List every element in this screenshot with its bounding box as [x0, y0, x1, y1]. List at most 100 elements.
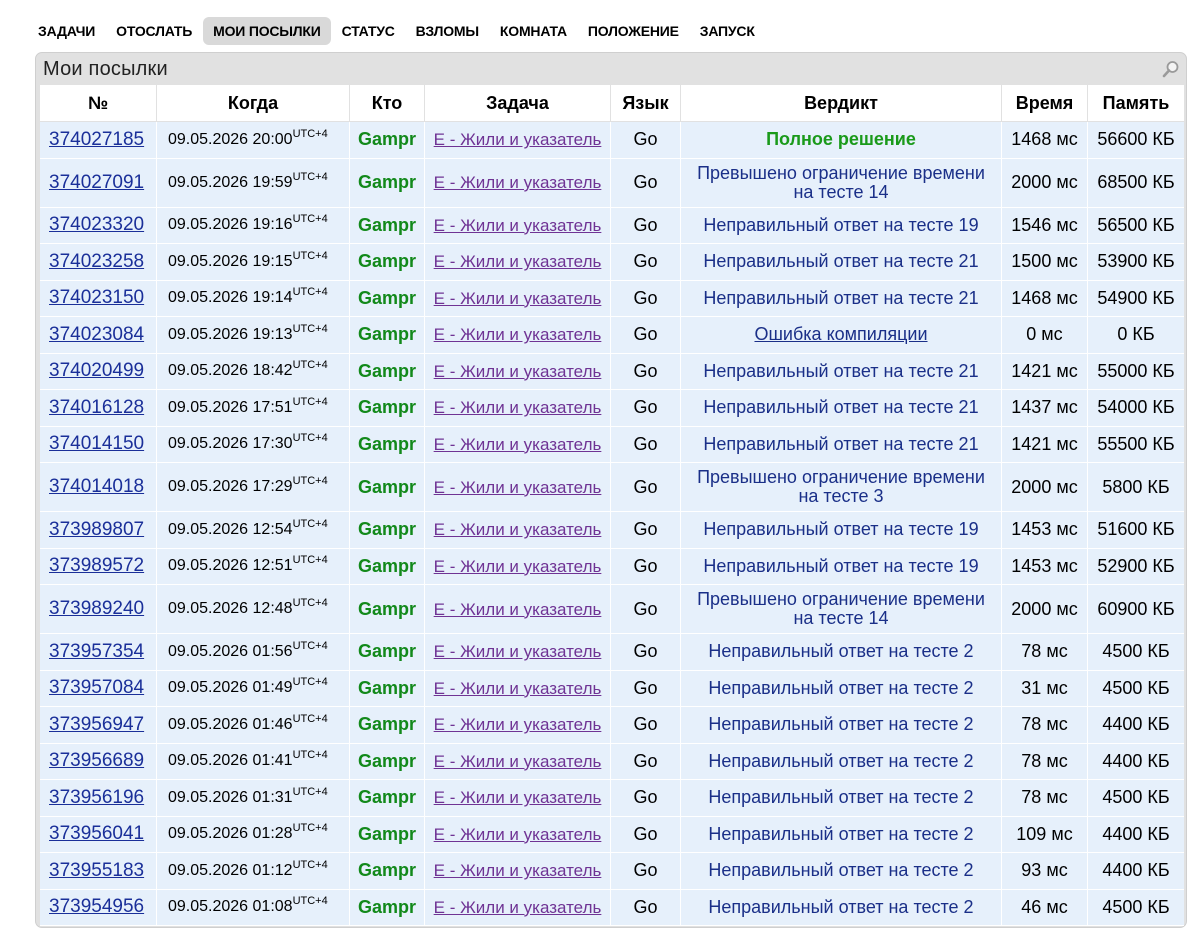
author-handle[interactable]: Gampr	[358, 714, 416, 734]
cell-time: 78 мс	[1002, 780, 1088, 817]
problem-link[interactable]: E - Жили и указатель	[434, 325, 602, 344]
problem-link[interactable]: E - Жили и указатель	[434, 520, 602, 539]
problem-link[interactable]: E - Жили и указатель	[434, 130, 602, 149]
submission-id-link[interactable]: 374027185	[49, 129, 144, 150]
nav-tab-custom-invocation[interactable]: ЗАПУСК	[690, 17, 765, 45]
cell-who: Gampr	[350, 780, 425, 817]
author-handle[interactable]: Gampr	[358, 599, 416, 619]
submission-time: 09.05.2026 01:46	[168, 715, 293, 733]
submission-id-link[interactable]: 374014150	[49, 433, 144, 454]
submission-id-link[interactable]: 373956689	[49, 750, 144, 771]
submission-id-link[interactable]: 374023258	[49, 251, 144, 272]
problem-link[interactable]: E - Жили и указатель	[434, 216, 602, 235]
submission-id-link[interactable]: 373989807	[49, 519, 144, 540]
problem-link[interactable]: E - Жили и указатель	[434, 435, 602, 454]
submission-id-link[interactable]: 373989240	[49, 598, 144, 619]
problem-link[interactable]: E - Жили и указатель	[434, 825, 602, 844]
verdict-link[interactable]: Ошибка компиляции	[754, 324, 927, 344]
author-handle[interactable]: Gampr	[358, 129, 416, 149]
cell-id: 374027091	[40, 158, 157, 208]
nav-tab-status[interactable]: СТАТУС	[332, 17, 405, 45]
problem-link[interactable]: E - Жили и указатель	[434, 715, 602, 734]
nav-tab-submit[interactable]: ОТОСЛАТЬ	[106, 17, 202, 45]
problem-link[interactable]: E - Жили и указатель	[434, 173, 602, 192]
submission-id-link[interactable]: 374023320	[49, 214, 144, 235]
author-handle[interactable]: Gampr	[358, 434, 416, 454]
problem-link[interactable]: E - Жили и указатель	[434, 861, 602, 880]
submission-id-link[interactable]: 374020499	[49, 360, 144, 381]
submission-id-link[interactable]: 373957084	[49, 677, 144, 698]
problem-link[interactable]: E - Жили и указатель	[434, 898, 602, 917]
submission-id-link[interactable]: 373956041	[49, 823, 144, 844]
submission-id-link[interactable]: 374016128	[49, 397, 144, 418]
submission-id-link[interactable]: 373956196	[49, 787, 144, 808]
verdict-text: Превышено ограничение времени на тесте 3	[697, 467, 985, 506]
author-handle[interactable]: Gampr	[358, 324, 416, 344]
nav-tab-hacks[interactable]: ВЗЛОМЫ	[406, 17, 489, 45]
cell-memory: 60900 КБ	[1088, 585, 1184, 634]
author-handle[interactable]: Gampr	[358, 641, 416, 661]
submission-time: 09.05.2026 01:12	[168, 861, 293, 879]
cell-problem: E - Жили и указатель	[425, 353, 611, 390]
problem-link[interactable]: E - Жили и указатель	[434, 557, 602, 576]
problem-link[interactable]: E - Жили и указатель	[434, 752, 602, 771]
verdict-text: Превышено ограничение времени на тесте 1…	[697, 589, 985, 628]
author-handle[interactable]: Gampr	[358, 860, 416, 880]
author-handle[interactable]: Gampr	[358, 397, 416, 417]
problem-link[interactable]: E - Жили и указатель	[434, 642, 602, 661]
cell-language: Go	[611, 889, 681, 926]
memory-value: 52900 КБ	[1097, 555, 1175, 576]
submission-id-link[interactable]: 373956947	[49, 714, 144, 735]
author-handle[interactable]: Gampr	[358, 678, 416, 698]
submission-id-link[interactable]: 373954956	[49, 896, 144, 917]
nav-tab-standings[interactable]: ПОЛОЖЕНИЕ	[578, 17, 689, 45]
nav-tab-room[interactable]: КОМНАТА	[490, 17, 577, 45]
header-language[interactable]: Язык	[611, 85, 681, 122]
cell-verdict: Неправильный ответ на тесте 21	[681, 280, 1002, 317]
search-icon[interactable]	[1162, 60, 1180, 78]
problem-link[interactable]: E - Жили и указатель	[434, 788, 602, 807]
nav-tab-problems[interactable]: ЗАДАЧИ	[28, 17, 105, 45]
submission-id-link[interactable]: 374027091	[49, 172, 144, 193]
submission-id-link[interactable]: 373989572	[49, 555, 144, 576]
author-handle[interactable]: Gampr	[358, 215, 416, 235]
author-handle[interactable]: Gampr	[358, 172, 416, 192]
submission-id-link[interactable]: 373957354	[49, 641, 144, 662]
header-who[interactable]: Кто	[350, 85, 425, 122]
problem-link[interactable]: E - Жили и указатель	[434, 289, 602, 308]
problem-link[interactable]: E - Жили и указатель	[434, 398, 602, 417]
header-verdict[interactable]: Вердикт	[681, 85, 1002, 122]
problem-link[interactable]: E - Жили и указатель	[434, 362, 602, 381]
cell-who: Gampr	[350, 122, 425, 159]
author-handle[interactable]: Gampr	[358, 897, 416, 917]
author-handle[interactable]: Gampr	[358, 787, 416, 807]
problem-link[interactable]: E - Жили и указатель	[434, 252, 602, 271]
table-row: 373957084 09.05.2026 01:49UTC+4 Gampr E - Ж…	[40, 670, 1184, 707]
author-handle[interactable]: Gampr	[358, 519, 416, 539]
memory-value: 56500 КБ	[1097, 214, 1175, 235]
header-memory[interactable]: Память	[1088, 85, 1184, 122]
table-row: 373989240 09.05.2026 12:48UTC+4 Gampr E - Ж…	[40, 585, 1184, 634]
submission-id-link[interactable]: 374014018	[49, 476, 144, 497]
submission-id-link[interactable]: 374023150	[49, 287, 144, 308]
cell-time: 78 мс	[1002, 707, 1088, 744]
author-handle[interactable]: Gampr	[358, 361, 416, 381]
header-time[interactable]: Время	[1002, 85, 1088, 122]
author-handle[interactable]: Gampr	[358, 251, 416, 271]
nav-tab-my-submissions[interactable]: МОИ ПОСЫЛКИ	[203, 17, 331, 45]
header-problem[interactable]: Задача	[425, 85, 611, 122]
author-handle[interactable]: Gampr	[358, 288, 416, 308]
problem-link[interactable]: E - Жили и указатель	[434, 679, 602, 698]
author-handle[interactable]: Gampr	[358, 824, 416, 844]
author-handle[interactable]: Gampr	[358, 556, 416, 576]
problem-link[interactable]: E - Жили и указатель	[434, 600, 602, 619]
author-handle[interactable]: Gampr	[358, 751, 416, 771]
problem-link[interactable]: E - Жили и указатель	[434, 478, 602, 497]
submission-id-link[interactable]: 374023084	[49, 324, 144, 345]
submission-id-link[interactable]: 373955183	[49, 860, 144, 881]
memory-value: 4500 КБ	[1102, 896, 1170, 917]
cell-who: Gampr	[350, 353, 425, 390]
header-when[interactable]: Когда	[157, 85, 350, 122]
header-id[interactable]: №	[40, 85, 157, 122]
author-handle[interactable]: Gampr	[358, 477, 416, 497]
